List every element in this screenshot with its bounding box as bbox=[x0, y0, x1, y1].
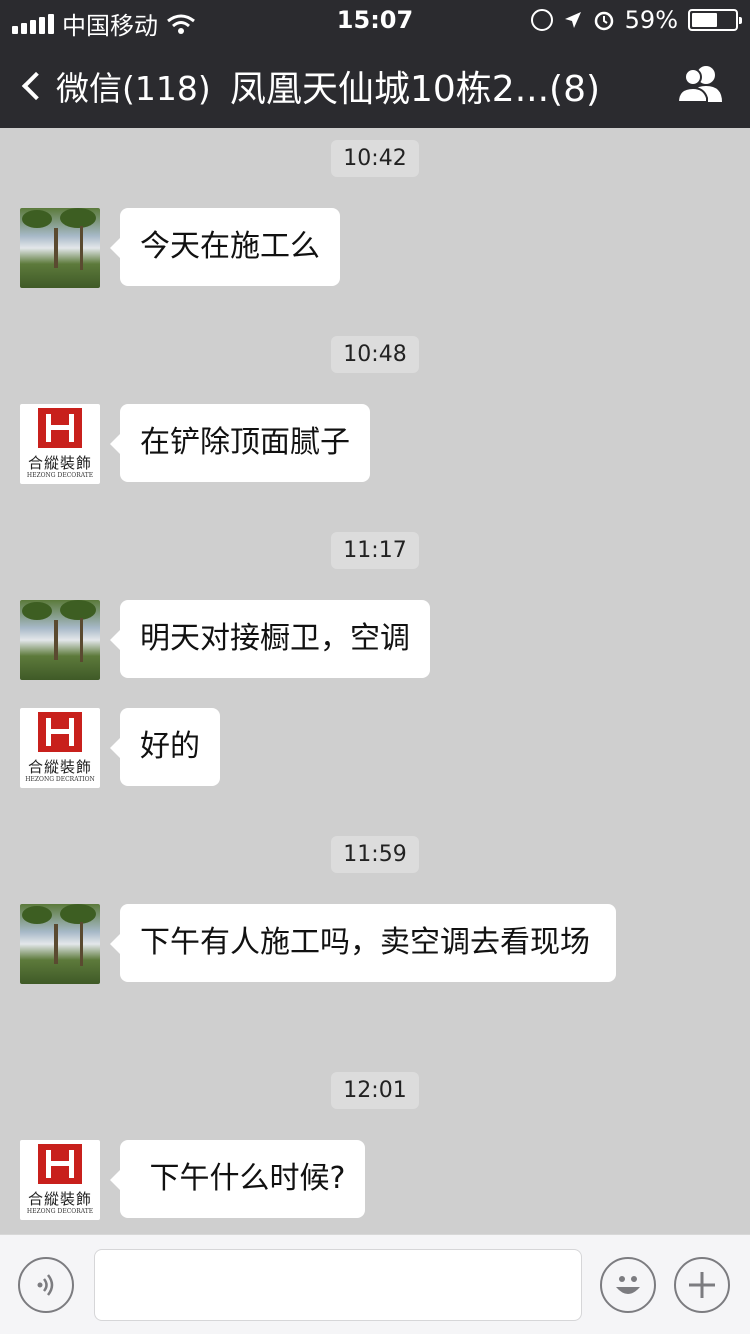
top-bar: 中国移动 15:07 59% 微信(118) 凤凰天仙城10栋2...(8) bbox=[0, 0, 750, 128]
timestamp: 10:42 bbox=[0, 140, 750, 177]
input-bar bbox=[0, 1234, 750, 1334]
group-members-icon[interactable] bbox=[676, 64, 726, 104]
logo-cn-text: 合縱裝飾 bbox=[27, 758, 92, 776]
message-text: 在铲除顶面腻子 bbox=[120, 404, 370, 482]
message-bubble[interactable]: 明天对接橱卫，空调 bbox=[110, 600, 430, 678]
message: 明天对接橱卫，空调 bbox=[20, 600, 430, 680]
logo-en-text: HEZONG DECRATION bbox=[25, 776, 95, 783]
voice-icon bbox=[37, 1274, 54, 1296]
timestamp: 10:48 bbox=[0, 336, 750, 373]
plus-button[interactable] bbox=[674, 1257, 730, 1313]
message-text: 下午有人施工吗，卖空调去看现场 bbox=[120, 904, 616, 982]
back-button[interactable]: 微信(118) bbox=[18, 62, 211, 110]
hezong-logo-mark bbox=[38, 408, 82, 448]
status-bar: 中国移动 15:07 59% bbox=[0, 0, 750, 40]
emoji-icon bbox=[616, 1276, 640, 1294]
plus-icon bbox=[689, 1272, 715, 1298]
timestamp-label: 11:17 bbox=[331, 532, 419, 569]
message-bubble[interactable]: 在铲除顶面腻子 bbox=[110, 404, 370, 482]
message: 合縱裝飾 HEZONG DECORATE 下午什么时候? bbox=[20, 1140, 366, 1220]
timestamp-label: 10:42 bbox=[331, 140, 419, 177]
logo-en-text: HEZONG DECORATE bbox=[26, 1208, 94, 1215]
message-bubble[interactable]: 今天在施工么 bbox=[110, 208, 340, 286]
hezong-logo-mark bbox=[38, 712, 82, 752]
logo-en-text: HEZONG DECORATE bbox=[26, 472, 94, 479]
chat-title: 凤凰天仙城10栋2...(8) bbox=[230, 69, 601, 110]
alarm-icon bbox=[594, 11, 613, 31]
chevron-left-icon bbox=[21, 71, 51, 101]
message-bubble[interactable]: 下午有人施工吗，卖空调去看现场 bbox=[110, 904, 616, 982]
message-text: 好的 bbox=[120, 708, 220, 786]
message-text: 今天在施工么 bbox=[120, 208, 340, 286]
timestamp: 12:01 bbox=[0, 1072, 750, 1109]
orientation-lock-icon bbox=[530, 9, 553, 31]
logo-cn-text: 合縱裝飾 bbox=[27, 1190, 92, 1208]
message: 合縱裝飾 HEZONG DECRATION 好的 bbox=[20, 708, 220, 788]
timestamp: 11:17 bbox=[0, 532, 750, 569]
location-icon bbox=[564, 12, 581, 28]
message: 下午有人施工吗，卖空调去看现场 bbox=[20, 904, 616, 984]
message-input[interactable] bbox=[94, 1249, 582, 1321]
message-text: 明天对接橱卫，空调 bbox=[120, 600, 430, 678]
hezong-logo-avatar[interactable]: 合縱裝飾 HEZONG DECORATE bbox=[20, 1140, 100, 1220]
hezong-logo-avatar[interactable]: 合縱裝飾 HEZONG DECRATION bbox=[20, 708, 100, 788]
tree-avatar[interactable] bbox=[20, 600, 100, 680]
status-right: 59% bbox=[530, 6, 742, 34]
voice-button[interactable] bbox=[18, 1257, 74, 1313]
tree-avatar[interactable] bbox=[20, 208, 100, 288]
hezong-logo-avatar[interactable]: 合縱裝飾 HEZONG DECORATE bbox=[20, 404, 100, 484]
timestamp-label: 11:59 bbox=[331, 836, 419, 873]
back-label: 微信(118) bbox=[56, 69, 211, 108]
chat-area[interactable]: 10:42 今天在施工么 10:48 合縱裝飾 HEZONG DECORATE … bbox=[0, 128, 750, 1234]
hezong-logo-mark bbox=[38, 1144, 82, 1184]
battery-fill bbox=[692, 13, 717, 27]
message: 合縱裝飾 HEZONG DECORATE 在铲除顶面腻子 bbox=[20, 404, 370, 484]
tree-avatar[interactable] bbox=[20, 904, 100, 984]
emoji-button[interactable] bbox=[600, 1257, 656, 1313]
timestamp: 11:59 bbox=[0, 836, 750, 873]
logo-cn-text: 合縱裝飾 bbox=[27, 454, 92, 472]
timestamp-label: 10:48 bbox=[331, 336, 419, 373]
timestamp-label: 12:01 bbox=[331, 1072, 419, 1109]
message-bubble[interactable]: 好的 bbox=[110, 708, 220, 786]
message-text: 下午什么时候? bbox=[120, 1140, 366, 1218]
message: 今天在施工么 bbox=[20, 208, 340, 288]
message-bubble[interactable]: 下午什么时候? bbox=[109, 1140, 366, 1218]
battery-icon bbox=[688, 9, 742, 31]
battery-percent: 59% bbox=[624, 6, 678, 34]
nav-bar: 微信(118) 凤凰天仙城10栋2...(8) bbox=[0, 40, 750, 128]
